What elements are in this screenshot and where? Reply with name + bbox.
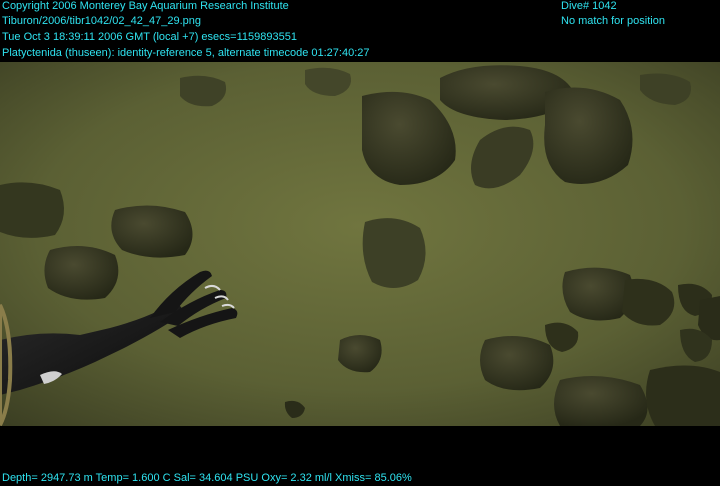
position-status-text: No match for position xyxy=(561,15,665,27)
datetime-text: Tue Oct 3 18:39:11 2006 GMT (local +7) e… xyxy=(2,31,297,43)
telemetry-text: Depth= 2947.73 m Temp= 1.600 C Sal= 34.6… xyxy=(2,472,412,484)
file-path-text: Tiburon/2006/tibr1042/02_42_47_29.png xyxy=(2,15,201,27)
copyright-text: Copyright 2006 Monterey Bay Aquarium Res… xyxy=(2,0,289,12)
seafloor-video-frame xyxy=(0,0,720,486)
dive-number-text: Dive# 1042 xyxy=(561,0,617,12)
annotation-text: Platyctenida (thuseen): identity-referen… xyxy=(2,47,370,59)
